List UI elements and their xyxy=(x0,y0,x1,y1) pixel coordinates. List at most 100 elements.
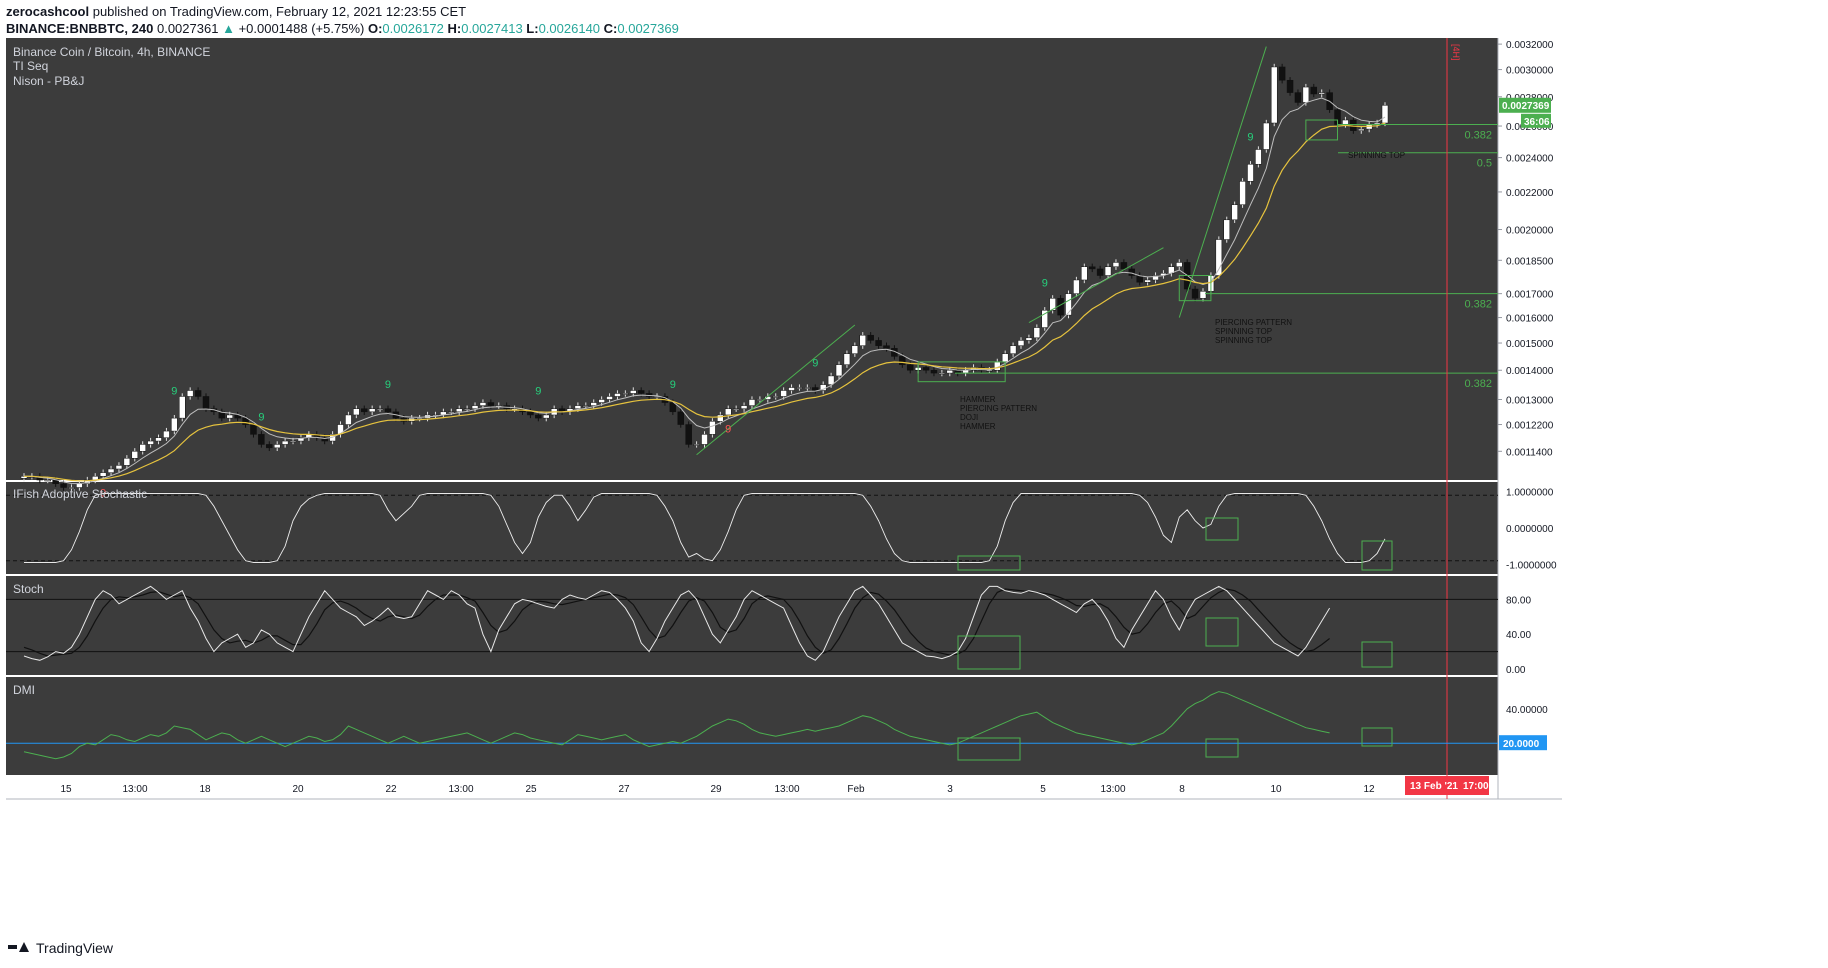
candle-body xyxy=(345,414,352,425)
candle-body xyxy=(883,345,890,349)
candle-body xyxy=(361,408,368,413)
candle-body xyxy=(226,414,233,419)
stoch-title: Stoch xyxy=(13,582,44,596)
price-tick-label: 0.0014000 xyxy=(1506,366,1554,377)
tradingview-logo-icon xyxy=(8,941,30,955)
candle-body xyxy=(717,414,724,422)
price-tick-label: 0.0015000 xyxy=(1506,339,1554,350)
candle-body xyxy=(772,396,779,398)
price-tick-label: 0.0016000 xyxy=(1506,314,1554,325)
chart-canvas[interactable]: 0.00320000.00300000.00280000.00260000.00… xyxy=(0,0,1828,968)
footer: TradingView xyxy=(8,940,113,956)
candle-body xyxy=(899,356,906,365)
candle-body xyxy=(1144,279,1151,283)
candle-body xyxy=(1065,293,1072,316)
time-tick-label: 8 xyxy=(1179,784,1185,795)
candle-body xyxy=(1017,340,1025,346)
candle-body xyxy=(748,399,756,406)
cursor-date-label: 13 Feb '21 xyxy=(1410,781,1458,792)
candle-body xyxy=(590,402,597,406)
time-tick-label: 18 xyxy=(199,784,211,795)
time-tick-label: 5 xyxy=(1040,784,1046,795)
price-tick-label: 0.0012200 xyxy=(1506,421,1554,432)
footer-brand[interactable]: TradingView xyxy=(36,940,113,956)
candle-body xyxy=(922,367,930,371)
candle-body xyxy=(622,393,629,395)
time-tick-label: 13:00 xyxy=(774,784,799,795)
td-count-label: 9 xyxy=(258,412,264,424)
candle-body xyxy=(487,402,495,406)
candle-body xyxy=(479,402,487,406)
candle-body xyxy=(384,408,392,413)
candle-body xyxy=(1310,86,1318,95)
candle-body xyxy=(179,396,186,419)
time-tick-label: 20 xyxy=(292,784,304,795)
time-tick-label: 13:00 xyxy=(448,784,473,795)
td-count-label: 9 xyxy=(812,358,818,370)
candle-body xyxy=(202,396,210,409)
time-tick-label: 22 xyxy=(385,784,397,795)
candle-body xyxy=(693,444,700,446)
candle-body xyxy=(709,421,716,435)
price-tick-label: 0.0030000 xyxy=(1506,66,1554,77)
candle-body xyxy=(1176,262,1183,267)
candle-body xyxy=(250,424,257,435)
candle-body xyxy=(946,369,954,374)
pattern-label: HAMMER xyxy=(960,395,996,404)
pane-fish xyxy=(6,482,1498,574)
stoch-tick-label: 80.00 xyxy=(1506,595,1531,606)
candle-body xyxy=(266,444,273,449)
time-tick-label: 15 xyxy=(60,784,72,795)
candle-body xyxy=(1302,86,1310,103)
candle-body xyxy=(843,353,851,365)
candle-body xyxy=(614,393,621,397)
candle-body xyxy=(1223,219,1230,240)
candle-body xyxy=(930,369,938,374)
candle-body xyxy=(171,417,178,432)
td-count-label: 9 xyxy=(171,385,177,397)
candle-body xyxy=(574,405,582,409)
candle-body xyxy=(867,334,874,341)
candle-body xyxy=(804,387,811,389)
legend-title: Binance Coin / Bitcoin, 4h, BINANCE xyxy=(13,45,210,59)
candle-body xyxy=(986,369,993,372)
candle-body xyxy=(685,424,692,445)
candle-body xyxy=(1263,122,1270,150)
candle-body xyxy=(258,434,265,445)
candle-body xyxy=(155,437,162,442)
candle-body xyxy=(186,390,194,397)
candle-body xyxy=(1255,149,1262,165)
candle-body xyxy=(1096,268,1104,276)
candle-body xyxy=(1350,119,1357,131)
dmi-tick-label: 40.00000 xyxy=(1506,705,1548,716)
candle-body xyxy=(1025,337,1033,341)
time-tick-label: 13:00 xyxy=(122,784,147,795)
candle-body xyxy=(1270,66,1278,124)
candle-body xyxy=(273,444,281,449)
candle-body xyxy=(1057,298,1064,316)
candle-body xyxy=(139,444,146,452)
fib-level-label: 0.382 xyxy=(1464,130,1492,142)
candle-body xyxy=(1191,288,1199,299)
dmi-level-label: 20.0000 xyxy=(1503,739,1540,750)
candle-body xyxy=(1239,181,1246,205)
price-tick-label: 0.0013000 xyxy=(1506,395,1554,406)
candle-body xyxy=(1381,105,1389,124)
candle-body xyxy=(796,387,803,389)
price-tick-label: 0.0032000 xyxy=(1506,40,1554,51)
pattern-label: PIERCING PATTERN xyxy=(960,404,1037,413)
time-tick-label: 29 xyxy=(710,784,722,795)
pattern-label: SPINNING TOP xyxy=(1215,336,1272,345)
ifish-tick-label: 1.0000000 xyxy=(1506,488,1554,499)
current-price-label: 0.0027369 xyxy=(1502,101,1550,112)
candle-body xyxy=(1358,128,1365,131)
candle-body xyxy=(859,334,867,346)
price-tick-label: 0.0022000 xyxy=(1506,188,1554,199)
candle-body xyxy=(99,472,107,477)
time-tick-label: 10 xyxy=(1270,784,1282,795)
candle-body xyxy=(1033,327,1041,339)
time-tick-label: 25 xyxy=(525,784,537,795)
candle-body xyxy=(812,387,819,391)
pattern-label: PIERCING PATTERN xyxy=(1215,318,1292,327)
fib-level-label: 0.382 xyxy=(1464,299,1492,311)
